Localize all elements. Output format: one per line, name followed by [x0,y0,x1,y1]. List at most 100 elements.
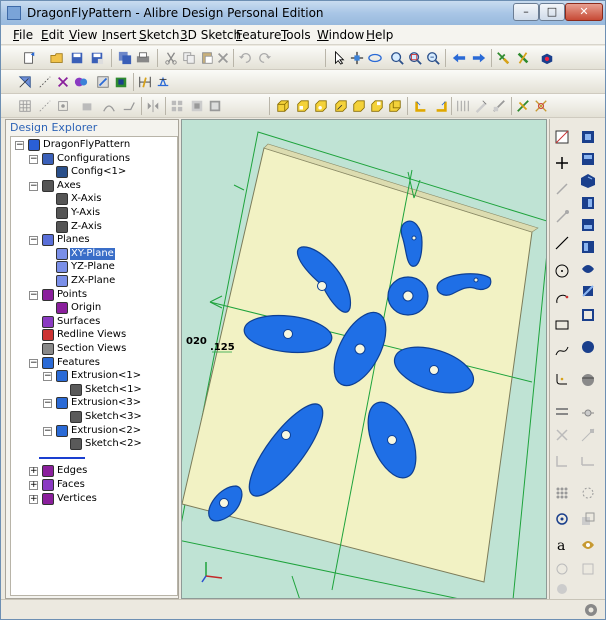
reference-line-icon[interactable] [37,98,53,114]
rib-icon[interactable] [515,98,531,114]
dimension-label-020[interactable]: 020 [186,336,207,347]
edit-parameters-icon[interactable] [95,74,111,90]
hidden-line-icon[interactable] [580,339,596,355]
origin-snap-icon[interactable] [554,511,570,527]
tree-node[interactable]: − Configurations [11,152,177,166]
title-bar[interactable]: DragonFlyPattern - Alibre Design Persona… [1,1,605,25]
collapse-icon[interactable]: − [29,290,38,300]
menu-help[interactable]: Help [366,28,393,42]
menu-edit[interactable]: Edit [41,28,64,42]
menu-view[interactable]: View [69,28,97,42]
chamfer-icon[interactable] [433,98,449,114]
view-right-icon[interactable] [580,195,596,211]
trim-icon[interactable] [554,181,570,197]
reference-geometry-icon[interactable] [55,98,71,114]
pan-icon[interactable] [349,50,365,66]
emboss-icon[interactable] [533,98,549,114]
project-edges-icon[interactable] [580,561,596,577]
design-tree[interactable]: − DragonFlyPattern − Configurations Config<1… [10,136,178,596]
3d-viewport[interactable]: 020 .125 [181,119,547,599]
extrude-cut-icon[interactable] [295,98,311,114]
text-tool-icon[interactable]: a [554,537,570,553]
view-iso-icon[interactable] [580,173,596,189]
save-icon[interactable] [69,50,85,66]
tree-node[interactable]: Origin [11,302,177,315]
menu-tools[interactable]: Tools [281,28,311,42]
add-point-icon[interactable] [554,155,570,171]
pattern-grid-icon[interactable] [169,98,185,114]
split-icon[interactable] [491,98,507,114]
dimension-label-125[interactable]: .125 [210,342,235,353]
menu-3d-sketch[interactable]: 3D Sketch [180,28,241,42]
feature-tool-icon[interactable] [495,50,511,66]
extrude-icon[interactable] [275,98,291,114]
loft-boss-icon[interactable] [351,98,367,114]
zoom-fit-icon[interactable] [425,50,441,66]
loft-cut-icon[interactable] [369,98,385,114]
extend-icon[interactable] [554,209,570,225]
tree-node[interactable]: Z-Axis [11,220,177,234]
zoom-in-icon[interactable] [389,50,405,66]
hide-icon[interactable] [79,98,95,114]
shaded-view-icon[interactable] [580,283,596,299]
view-bottom-icon[interactable] [580,217,596,233]
tree-node[interactable]: YZ-Plane [11,261,177,274]
tree-node[interactable]: − Axes [11,179,177,193]
mirror-sketch-icon[interactable] [554,427,570,443]
tree-node[interactable]: + Vertices [11,492,177,506]
measure-distance-icon[interactable] [580,405,596,421]
line-tool-icon[interactable] [554,235,570,251]
new-file-icon[interactable] [21,50,37,66]
tree-node[interactable]: − Features [11,356,177,370]
equations-icon[interactable] [113,74,129,90]
app-icon[interactable] [7,6,21,20]
shell-icon[interactable] [207,98,223,114]
view-back-icon[interactable] [580,261,596,277]
tree-node[interactable]: ZX-Plane [11,275,177,288]
sweep-icon[interactable] [121,98,137,114]
sketch-image-icon[interactable] [554,561,570,577]
tree-node[interactable]: Sketch<2> [11,438,177,451]
save-as-icon[interactable] [89,50,105,66]
draft-icon[interactable] [473,98,489,114]
spline-tool-icon[interactable] [554,343,570,359]
tree-node[interactable]: − Extrusion<1> [11,370,177,383]
collapse-icon[interactable]: − [29,236,38,246]
sweep-boss-icon[interactable] [387,98,403,114]
section-view-icon[interactable] [580,371,596,387]
settings-gear-icon[interactable] [583,602,599,618]
wireframe-view-icon[interactable] [580,307,596,323]
tree-node[interactable]: Section Views [11,343,177,356]
points-tool-icon[interactable] [55,74,71,90]
material-tool-icon[interactable] [515,50,531,66]
convert-entities-icon[interactable] [580,537,596,553]
tree-node[interactable]: − Extrusion<3> [11,397,177,410]
tree-node[interactable]: Surfaces [11,315,177,329]
measure-icon[interactable] [155,74,171,90]
view-left-icon[interactable] [580,239,596,255]
select-pointer-icon[interactable] [331,50,347,66]
expand-icon[interactable]: + [29,481,38,490]
print-icon[interactable] [135,50,151,66]
expand-icon[interactable]: + [29,494,38,504]
paste-icon[interactable] [199,50,215,66]
tree-node[interactable]: − Points [11,288,177,302]
constraint-tool-icon[interactable] [580,427,596,443]
menu-insert[interactable]: Insert [102,28,136,42]
view-front-icon[interactable] [580,129,596,145]
render-icon[interactable] [539,50,555,66]
tree-node[interactable]: Config<1> [11,166,177,179]
model-view[interactable]: 020 .125 [182,120,547,599]
menu-feature[interactable]: Feature [236,28,281,42]
collapse-icon[interactable]: − [43,399,52,409]
scripting-icon[interactable] [73,74,89,90]
grid-icon[interactable] [17,98,33,114]
cut-icon[interactable] [163,50,179,66]
tree-node[interactable]: X-Axis [11,193,177,206]
collapse-icon[interactable]: − [43,426,52,436]
loft-icon[interactable] [101,98,117,114]
circle-tool-icon[interactable] [554,263,570,279]
fillet-sketch-icon[interactable] [554,371,570,387]
collapse-icon[interactable]: − [43,372,52,382]
sketch-mode-icon[interactable] [17,74,33,90]
